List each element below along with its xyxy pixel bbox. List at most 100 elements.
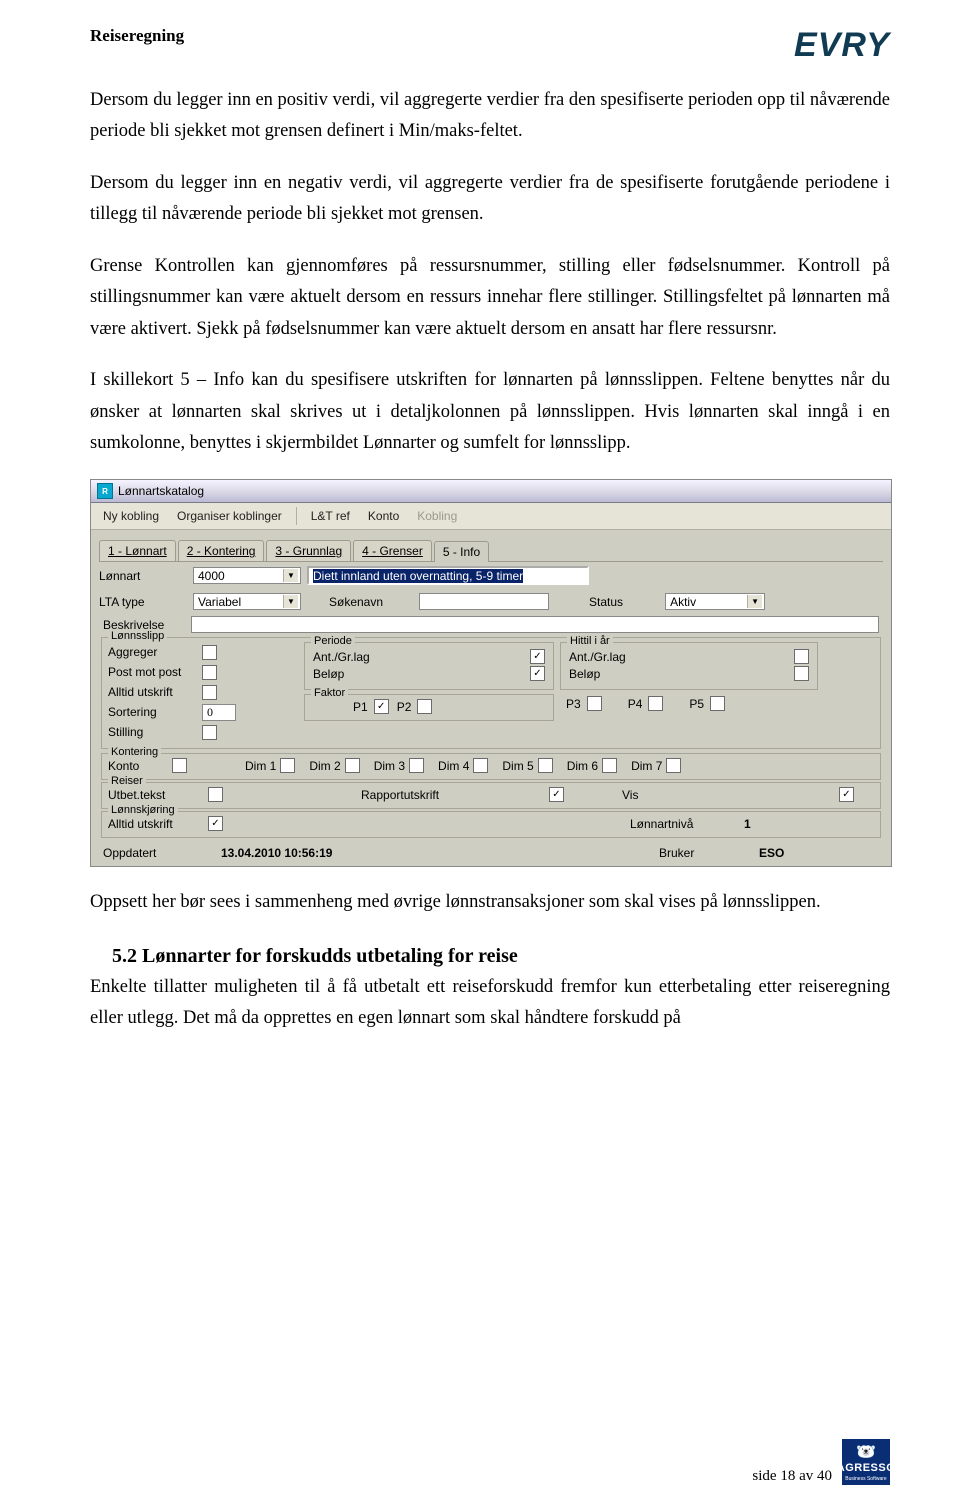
- periode-ant-checkbox[interactable]: [530, 649, 545, 664]
- hittil-belop-checkbox[interactable]: [794, 666, 809, 681]
- stilling-checkbox[interactable]: [202, 725, 217, 740]
- grp-lonnsslipp-legend: Lønnsslipp: [108, 630, 167, 642]
- page-number: side 18 av 40: [752, 1468, 832, 1485]
- periode-belop-label: Beløp: [313, 667, 393, 681]
- paragraph-6: Enkelte tillatter muligheten til å få ut…: [90, 972, 890, 1035]
- lta-label: LTA type: [99, 595, 187, 609]
- tab-info[interactable]: 5 - Info: [434, 541, 489, 562]
- bruker-value: ESO: [759, 846, 879, 860]
- grp-faktor: Faktor P1 P2: [304, 694, 554, 721]
- p1-checkbox[interactable]: [374, 699, 389, 714]
- dim4-checkbox[interactable]: [473, 758, 488, 773]
- grp-lonnsslipp: Lønnsslipp Aggreger Post mot post Alltid…: [101, 637, 881, 749]
- doc-header: Reiseregning: [90, 26, 184, 46]
- p2-checkbox[interactable]: [417, 699, 432, 714]
- p5-label: P5: [689, 697, 704, 711]
- konto-label: Konto: [108, 759, 158, 773]
- lta-value: Variabel: [198, 595, 241, 609]
- oppdatert-label: Oppdatert: [103, 846, 191, 860]
- dim3-label: Dim 3: [374, 759, 405, 773]
- sortering-label: Sortering: [108, 705, 202, 719]
- agresso-logo: 🐻‍❄️ AGRESSO Business Software: [842, 1439, 890, 1485]
- app-window: R Lønnartskatalog Ny kobling Organiser k…: [90, 479, 892, 867]
- hittil-belop-label: Beløp: [569, 667, 649, 681]
- lk-alltid-checkbox[interactable]: [208, 816, 223, 831]
- sortering-input[interactable]: [202, 704, 236, 721]
- dim5-checkbox[interactable]: [538, 758, 553, 773]
- chevron-down-icon: ▼: [283, 595, 298, 608]
- dim2-checkbox[interactable]: [345, 758, 360, 773]
- tab-kontering[interactable]: 2 - Kontering: [178, 540, 265, 561]
- grp-reiser-legend: Reiser: [108, 775, 146, 787]
- tb-ltref[interactable]: L&T ref: [303, 506, 358, 526]
- dim3-checkbox[interactable]: [409, 758, 424, 773]
- lonnartniva-value: 1: [744, 817, 874, 831]
- status-select[interactable]: Aktiv ▼: [665, 593, 765, 610]
- window-title: Lønnartskatalog: [118, 484, 204, 498]
- p5-checkbox[interactable]: [710, 696, 725, 711]
- agresso-logo-sub: Business Software: [845, 1476, 886, 1482]
- agresso-logo-text: AGRESSO: [837, 1462, 896, 1474]
- grp-hittil-legend: Hittil i år: [567, 635, 613, 647]
- paragraph-4: I skillekort 5 – Info kan du spesifisere…: [90, 365, 890, 459]
- grp-faktor-legend: Faktor: [311, 687, 348, 699]
- grp-lonnskjoring-legend: Lønnskjøring: [108, 804, 178, 816]
- grp-kontering: Kontering Konto Dim 1 Dim 2 Dim 3 Dim 4 …: [101, 753, 881, 780]
- paragraph-2: Dersom du legger inn en negativ verdi, v…: [90, 168, 890, 231]
- vis-label: Vis: [622, 788, 638, 802]
- rapportutskrift-checkbox[interactable]: [549, 787, 564, 802]
- utbet-checkbox[interactable]: [208, 787, 223, 802]
- tab-grunnlag[interactable]: 3 - Grunnlag: [266, 540, 351, 561]
- tab-lonnart[interactable]: 1 - Lønnart: [99, 540, 176, 561]
- p3-label: P3: [566, 697, 581, 711]
- bruker-label: Bruker: [659, 846, 729, 860]
- grp-hittil: Hittil i år Ant./Gr.lag Beløp: [560, 642, 818, 690]
- aggreger-checkbox[interactable]: [202, 645, 217, 660]
- lonnart-desc[interactable]: Diett innland uten overnatting, 5-9 time…: [307, 566, 589, 585]
- beskrivelse-input[interactable]: [191, 616, 879, 633]
- aggreger-label: Aggreger: [108, 645, 202, 659]
- tabs: 1 - Lønnart 2 - Kontering 3 - Grunnlag 4…: [91, 530, 891, 561]
- chevron-down-icon: ▼: [747, 595, 762, 608]
- dim1-label: Dim 1: [245, 759, 276, 773]
- dim7-checkbox[interactable]: [666, 758, 681, 773]
- sokenavn-input[interactable]: [419, 593, 549, 610]
- dim7-label: Dim 7: [631, 759, 662, 773]
- periode-ant-label: Ant./Gr.lag: [313, 650, 393, 664]
- paragraph-3: Grense Kontrollen kan gjennomføres på re…: [90, 251, 890, 345]
- tb-nykobling[interactable]: Ny kobling: [95, 506, 167, 526]
- vis-checkbox[interactable]: [839, 787, 854, 802]
- tb-konto[interactable]: Konto: [360, 506, 407, 526]
- p3-checkbox[interactable]: [587, 696, 602, 711]
- paragraph-5: Oppsett her bør sees i sammenheng med øv…: [90, 887, 890, 918]
- hittil-ant-checkbox[interactable]: [794, 649, 809, 664]
- p4-label: P4: [628, 697, 643, 711]
- tb-organiser[interactable]: Organiser koblinger: [169, 506, 290, 526]
- lta-select[interactable]: Variabel ▼: [193, 593, 301, 610]
- lonnart-desc-text: Diett innland uten overnatting, 5-9 time…: [313, 569, 523, 583]
- grp-kontering-legend: Kontering: [108, 746, 161, 758]
- alltid-checkbox[interactable]: [202, 685, 217, 700]
- paragraph-1: Dersom du legger inn en positiv verdi, v…: [90, 85, 890, 148]
- grp-lonnskjoring: Lønnskjøring Alltid utskrift Lønnartnivå…: [101, 811, 881, 838]
- lonnart-select[interactable]: 4000 ▼: [193, 567, 301, 584]
- konto-checkbox[interactable]: [172, 758, 187, 773]
- lk-alltid-label: Alltid utskrift: [108, 817, 194, 831]
- lonnart-value: 4000: [198, 569, 225, 583]
- grp-periode-legend: Periode: [311, 635, 355, 647]
- dim6-checkbox[interactable]: [602, 758, 617, 773]
- tab-grenser[interactable]: 4 - Grenser: [353, 540, 432, 561]
- rapportutskrift-label: Rapportutskrift: [361, 788, 461, 802]
- dim4-label: Dim 4: [438, 759, 469, 773]
- postmotpost-checkbox[interactable]: [202, 665, 217, 680]
- p4-checkbox[interactable]: [648, 696, 663, 711]
- dim1-checkbox[interactable]: [280, 758, 295, 773]
- p2-label: P2: [397, 700, 412, 714]
- alltid-label: Alltid utskrift: [108, 685, 202, 699]
- periode-belop-checkbox[interactable]: [530, 666, 545, 681]
- dim5-label: Dim 5: [502, 759, 533, 773]
- p1-label: P1: [353, 700, 368, 714]
- titlebar: R Lønnartskatalog: [91, 480, 891, 503]
- dim6-label: Dim 6: [567, 759, 598, 773]
- toolbar: Ny kobling Organiser koblinger L&T ref K…: [91, 503, 891, 530]
